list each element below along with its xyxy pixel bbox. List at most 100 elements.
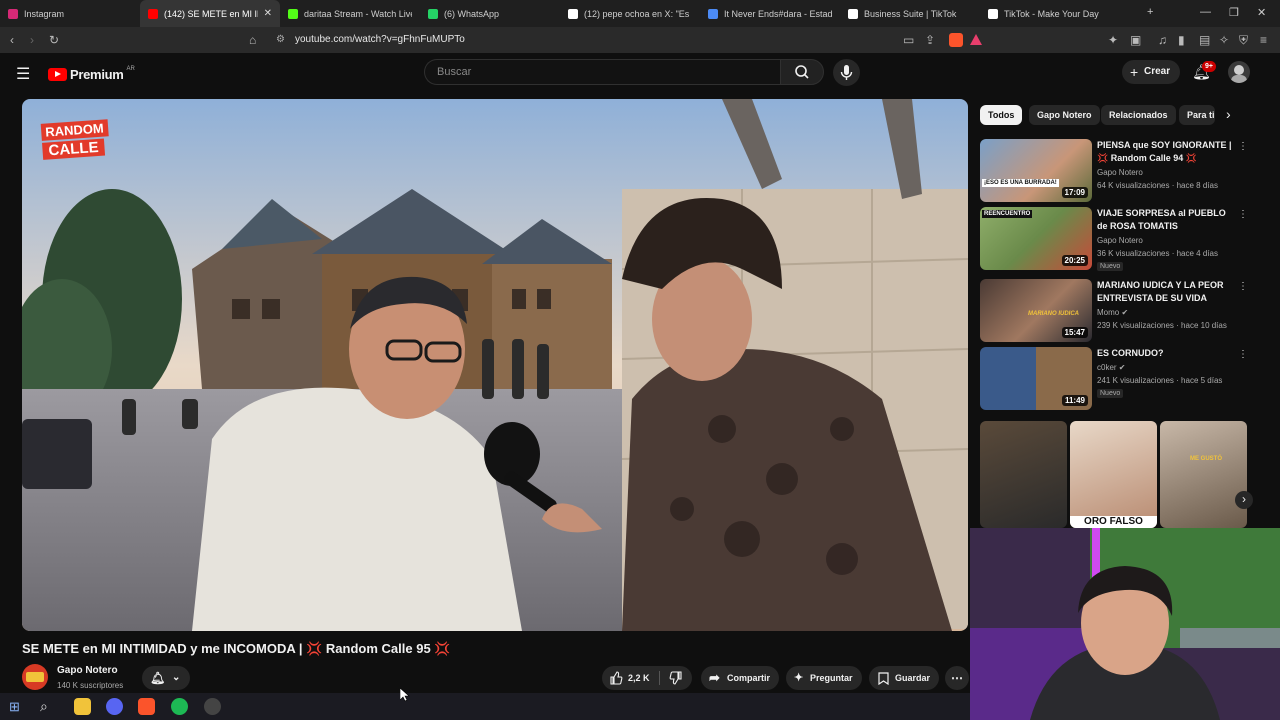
discord-icon[interactable] <box>106 698 123 715</box>
video-thumbnail[interactable]: MARIANO IUDICA 15:47 <box>980 279 1092 342</box>
voice-search-button[interactable] <box>833 59 860 86</box>
reload-icon[interactable]: ↻ <box>49 33 59 47</box>
media-icon[interactable]: ♫ <box>1158 33 1167 47</box>
brave-shield-icon[interactable] <box>949 33 963 47</box>
close-window-icon[interactable]: ✕ <box>1257 6 1266 19</box>
search-icon[interactable]: ⌕ <box>40 698 48 715</box>
close-tab-icon[interactable]: ✕ <box>264 8 272 19</box>
extensions-icon[interactable]: ✦ <box>1108 33 1118 47</box>
vpn-icon[interactable]: ⛨ <box>1239 33 1248 48</box>
related-title[interactable]: MARIANO IUDICA Y LA PEOR ENTREVISTA DE S… <box>1097 279 1237 305</box>
wallet-icon[interactable]: ▤ <box>1199 33 1210 47</box>
related-title[interactable]: ES CORNUDO? <box>1097 347 1237 360</box>
notifications-button[interactable]: 🔔︎ 9+ <box>1192 61 1216 82</box>
subscription-bell-button[interactable]: 🔔︎ ⌄ <box>142 666 190 690</box>
menu-icon[interactable]: ≡ <box>1260 33 1267 47</box>
like-button[interactable]: 2,2 K <box>602 666 658 690</box>
related-video-item[interactable]: MARIANO IUDICA 15:47 MARIANO IUDICA Y LA… <box>980 279 1260 343</box>
share-button[interactable]: ➦ Compartir <box>701 666 779 690</box>
file-explorer-icon[interactable] <box>74 698 91 715</box>
brave-rewards-icon[interactable] <box>970 34 982 45</box>
related-meta: 36 K visualizaciones · hace 4 días <box>1097 249 1218 258</box>
related-channel[interactable]: Gapo Notero <box>1097 236 1143 245</box>
related-channel[interactable]: Gapo Notero <box>1097 168 1143 177</box>
save-button[interactable]: Guardar <box>869 666 939 690</box>
more-vertical-icon[interactable]: ⋮ <box>1238 349 1248 360</box>
chip-relacionados[interactable]: Relacionados <box>1101 105 1176 125</box>
search-button[interactable] <box>780 59 824 85</box>
screenshot-icon[interactable]: ▣ <box>1130 33 1141 47</box>
guide-menu-icon[interactable]: ☰ <box>16 64 30 84</box>
browser-tab[interactable]: It Never Ends#dara - Estadístic <box>700 0 840 27</box>
site-info-icon[interactable]: ⚙ <box>276 30 285 50</box>
dislike-button[interactable] <box>662 666 692 690</box>
thumbnail-caption: REENCUENTRO <box>982 210 1033 218</box>
thumbs-down-icon <box>669 671 682 685</box>
related-video-item[interactable]: REENCUENTRO 20:25 VIAJE SORPRESA al PUEB… <box>980 207 1260 271</box>
avatar[interactable] <box>1228 61 1250 83</box>
spotify-icon[interactable] <box>171 698 188 715</box>
chip-gapo-notero[interactable]: Gapo Notero <box>1029 105 1100 125</box>
chip-todos[interactable]: Todos <box>980 105 1023 125</box>
search-input[interactable]: Buscar <box>424 59 780 85</box>
youtube-premium-logo[interactable]: Premium AR <box>48 64 135 84</box>
logo-text: Premium <box>70 66 124 82</box>
browser-tab[interactable]: TikTok - Make Your Day <box>980 0 1120 27</box>
url-field[interactable]: ⚙ youtube.com/watch?v=gFhnFuMUPTo <box>268 30 988 50</box>
search-icon <box>795 65 809 79</box>
duration-badge: 11:49 <box>1061 395 1088 406</box>
channel-avatar[interactable] <box>22 664 48 690</box>
cast-icon[interactable]: ▭ <box>903 33 914 47</box>
bookmark-icon[interactable]: ⌂ <box>249 33 256 47</box>
related-channel-row[interactable]: Momo ✔ <box>1097 308 1128 317</box>
browser-tab[interactable]: Instagram <box>0 0 140 27</box>
brave-icon[interactable] <box>138 698 155 715</box>
tab-favicon-icon <box>568 8 578 19</box>
browser-tab[interactable]: (6) WhatsApp <box>420 0 560 27</box>
windows-start-icon[interactable]: ⊞ <box>9 699 20 715</box>
related-meta: 241 K visualizaciones · hace 5 días <box>1097 376 1223 385</box>
video-thumbnail[interactable]: REENCUENTRO 20:25 <box>980 207 1092 270</box>
browser-tab[interactable]: (12) pepe ochoa en X: "Es el m <box>560 0 700 27</box>
related-channel-row[interactable]: c0ker ✔ <box>1097 363 1126 372</box>
ask-button[interactable]: ✦ Preguntar <box>786 666 862 690</box>
webcam-frame <box>970 528 1280 720</box>
short-thumbnail[interactable]: ME GUSTÓ <box>1160 421 1247 528</box>
minimize-icon[interactable]: — <box>1200 6 1211 18</box>
browser-tab[interactable]: (142) SE METE en MI IN ✕ <box>140 0 280 27</box>
video-thumbnail[interactable]: ¡ESO ES UNA BURRADA! 17:09 <box>980 139 1092 202</box>
browser-tab[interactable]: daritaa Stream - Watch Live on <box>280 0 420 27</box>
sparkle-icon: ✦ <box>794 672 804 684</box>
divider <box>659 671 660 685</box>
forward-icon[interactable]: › <box>30 33 34 47</box>
shorts-next-button[interactable]: › <box>1235 491 1253 509</box>
short-thumbnail[interactable] <box>980 421 1067 528</box>
more-vertical-icon[interactable]: ⋮ <box>1238 209 1248 220</box>
back-icon[interactable]: ‹ <box>10 33 14 47</box>
tab-label: It Never Ends#dara - Estadístic <box>724 8 832 19</box>
new-tab-button[interactable]: + <box>1147 6 1153 18</box>
related-meta: 64 K visualizaciones · hace 8 días <box>1097 181 1218 190</box>
short-thumbnail[interactable]: ORO FALSO <box>1070 421 1157 528</box>
share-page-icon[interactable]: ⇪ <box>925 33 935 47</box>
obs-icon[interactable] <box>204 698 221 715</box>
related-title[interactable]: VIAJE SORPRESA al PUEBLO de ROSA TOMATIS <box>1097 207 1237 233</box>
youtube-play-icon <box>48 67 67 81</box>
browser-tab[interactable]: Business Suite | TikTok <box>840 0 980 27</box>
related-video-item[interactable]: ¡ESO ES UNA BURRADA! 17:09 PIENSA que SO… <box>980 139 1260 203</box>
restore-icon[interactable]: ❐ <box>1229 6 1239 19</box>
more-vertical-icon[interactable]: ⋮ <box>1238 141 1248 152</box>
create-button[interactable]: + Crear <box>1122 60 1180 84</box>
more-actions-button[interactable]: ⋯ <box>945 666 969 690</box>
related-video-item[interactable]: 11:49 ES CORNUDO? c0ker ✔ 241 K visualiz… <box>980 347 1260 411</box>
chips-next-icon[interactable]: › <box>1226 106 1231 122</box>
tab-favicon-icon <box>988 8 998 19</box>
sidebar-icon[interactable]: ▮ <box>1178 33 1185 47</box>
related-title[interactable]: PIENSA que SOY IGNORANTE | 💢 Random Call… <box>1097 139 1237 165</box>
more-vertical-icon[interactable]: ⋮ <box>1238 281 1248 292</box>
video-player[interactable]: RANDOM CALLE <box>22 99 968 631</box>
leo-ai-icon[interactable]: ✧ <box>1219 33 1229 47</box>
chip-para-ti[interactable]: Para ti <box>1179 105 1215 125</box>
channel-name[interactable]: Gapo Notero <box>57 665 118 676</box>
video-thumbnail[interactable]: 11:49 <box>980 347 1092 410</box>
